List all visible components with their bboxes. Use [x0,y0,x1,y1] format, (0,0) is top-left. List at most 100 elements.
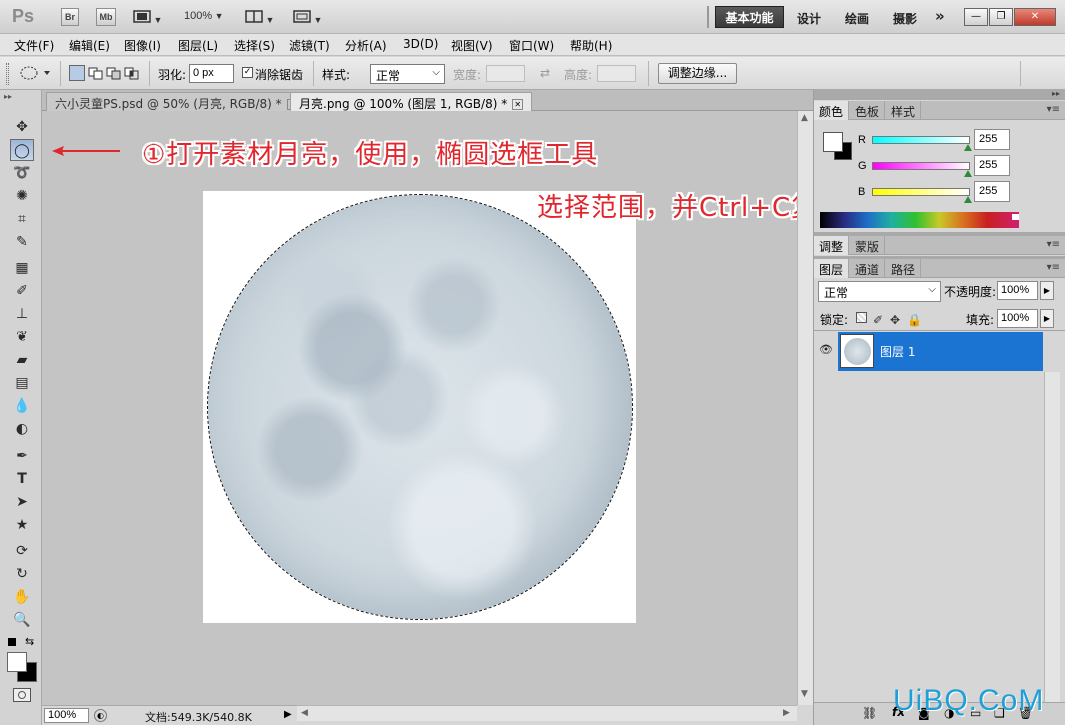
tool-preset-picker[interactable] [18,64,52,85]
menu-window[interactable]: 窗口(W) [509,37,554,54]
3d-rotate-tool-icon[interactable]: ⟳ [10,540,34,562]
red-slider[interactable] [872,136,970,144]
opacity-slider-arrow-icon[interactable]: ▶ [1040,281,1054,300]
workspace-photo-button[interactable]: 摄影 [893,10,917,27]
tab-channels[interactable]: 通道 [850,259,886,278]
scroll-up-icon[interactable]: ▲ [801,113,808,123]
style-select[interactable]: 正常 ⌵ [370,64,445,84]
type-tool-icon[interactable]: T [10,468,34,490]
panel-menu-icon[interactable]: ▾≡ [1047,104,1060,115]
foreground-color-swatch[interactable] [823,132,843,152]
screen-mode-button[interactable]: ▼ [293,10,322,26]
antialias-checkbox[interactable]: ✓ [242,67,253,78]
zoom-level-dropdown[interactable]: 100% ▼ [184,10,224,22]
lasso-tool-icon[interactable]: ➰ [10,162,34,184]
blur-tool-icon[interactable]: 💧 [10,395,34,417]
lock-all-icon[interactable]: 🔒 [907,313,922,327]
tab-styles[interactable]: 样式 [886,101,922,120]
panel-menu-icon[interactable]: ▾≡ [1047,262,1060,273]
menu-3d[interactable]: 3D(D) [403,37,438,51]
default-colors-icon[interactable] [8,638,16,646]
horizontal-scrollbar[interactable]: ◀ ▶ [297,705,797,721]
blue-value-input[interactable]: 255 [974,181,1010,202]
white-swatch[interactable] [1012,214,1019,220]
new-selection-mode-button[interactable] [69,65,85,81]
eraser-tool-icon[interactable]: ▰ [10,349,34,371]
opacity-input[interactable]: 100% [997,281,1038,300]
scroll-left-icon[interactable]: ◀ [301,708,308,718]
lock-image-pixels-icon[interactable]: ✐ [873,313,883,327]
menu-file[interactable]: 文件(F) [14,37,54,54]
foreground-color-swatch[interactable] [7,652,27,672]
color-spectrum-bar[interactable] [820,212,1019,228]
red-slider-knob[interactable] [964,144,972,151]
grip-handle[interactable] [6,63,9,85]
crop-tool-icon[interactable]: ⌗ [10,208,34,230]
gradient-tool-icon[interactable]: ▤ [10,372,34,394]
scroll-down-icon[interactable]: ▼ [801,689,808,699]
clone-stamp-tool-icon[interactable]: ⊥ [10,303,34,325]
tab-masks[interactable]: 蒙版 [850,236,886,255]
close-tab-icon[interactable]: ✕ [512,99,524,110]
tab-adjustments[interactable]: 调整 [814,236,850,255]
restore-button[interactable]: ❐ [989,8,1013,26]
menu-layer[interactable]: 图层(L) [178,37,218,54]
minimize-button[interactable]: — [964,8,988,26]
tab-layers[interactable]: 图层 [814,259,850,278]
red-value-input[interactable]: 255 [974,129,1010,150]
tab-document-moon[interactable]: 月亮.png @ 100% (图层 1, RGB/8) * ✕ [290,92,533,111]
lock-position-icon[interactable]: ✥ [890,313,900,327]
collapse-toolbox-icon[interactable]: ▸▸ [4,92,12,101]
eyedropper-tool-icon[interactable]: ✎ [10,231,34,253]
blue-slider[interactable] [872,188,970,196]
menu-help[interactable]: 帮助(H) [570,37,612,54]
tab-color[interactable]: 颜色 [814,101,850,120]
history-brush-tool-icon[interactable]: ❦ [10,326,34,348]
green-slider-knob[interactable] [964,170,972,177]
shape-tool-icon[interactable]: ★ [10,514,34,536]
panel-menu-icon[interactable]: ▾≡ [1047,239,1060,250]
close-button[interactable]: ✕ [1014,8,1056,26]
move-tool-icon[interactable]: ✥ [10,116,34,138]
green-value-input[interactable]: 255 [974,155,1010,176]
hand-tool-icon[interactable]: ✋ [10,586,34,608]
status-zoom-input[interactable]: 100% [44,708,89,723]
path-selection-tool-icon[interactable]: ➤ [10,491,34,513]
fill-slider-arrow-icon[interactable]: ▶ [1040,309,1054,328]
menu-image[interactable]: 图像(I) [124,37,161,54]
quick-mask-button[interactable] [13,688,31,702]
bridge-button[interactable]: Br [61,8,79,26]
more-workspaces-button[interactable]: » [935,7,945,25]
link-layers-icon[interactable]: ⛓ [862,706,877,720]
tab-document-psd[interactable]: 六小灵童PS.psd @ 50% (月亮, RGB/8) *✕ [46,92,307,111]
vertical-scrollbar[interactable]: ▲ ▼ [797,111,813,705]
status-menu-arrow-icon[interactable]: ▶ [284,709,292,720]
workspace-essentials-button[interactable]: 基本功能 [715,6,784,28]
green-slider[interactable] [872,162,970,170]
scroll-right-icon[interactable]: ▶ [783,708,790,718]
arrange-documents-button[interactable]: ▼ [245,10,274,26]
zoom-tool-icon[interactable]: 🔍 [10,609,34,631]
ellipse-marquee-tool-icon[interactable]: ◯ [10,139,34,161]
lock-transparent-pixels-icon[interactable] [856,312,867,323]
pen-tool-icon[interactable]: ✒ [10,445,34,467]
tab-swatches[interactable]: 色板 [850,101,886,120]
layers-scrollbar[interactable] [1044,372,1060,702]
3d-orbit-tool-icon[interactable]: ↻ [10,563,34,585]
dodge-tool-icon[interactable]: ◐ [10,418,34,440]
intersect-selection-mode-button[interactable] [124,65,140,81]
menu-edit[interactable]: 编辑(E) [69,37,110,54]
workspace-design-button[interactable]: 设计 [797,10,821,27]
view-extras-button[interactable]: ▼ [133,10,162,26]
menu-view[interactable]: 视图(V) [451,37,493,54]
swap-colors-icon[interactable]: ⇆ [25,635,34,648]
layer-visibility-eye-icon[interactable]: 👁 [819,343,833,357]
quick-selection-tool-icon[interactable]: ✺ [10,185,34,207]
fill-input[interactable]: 100% [997,309,1038,328]
mini-bridge-button[interactable]: Mb [96,8,116,26]
tab-paths[interactable]: 路径 [886,259,922,278]
menu-filter[interactable]: 滤镜(T) [289,37,330,54]
healing-brush-tool-icon[interactable]: ▦ [10,257,34,279]
blend-mode-select[interactable]: 正常 ⌵ [818,281,941,302]
brush-tool-icon[interactable]: ✐ [10,280,34,302]
